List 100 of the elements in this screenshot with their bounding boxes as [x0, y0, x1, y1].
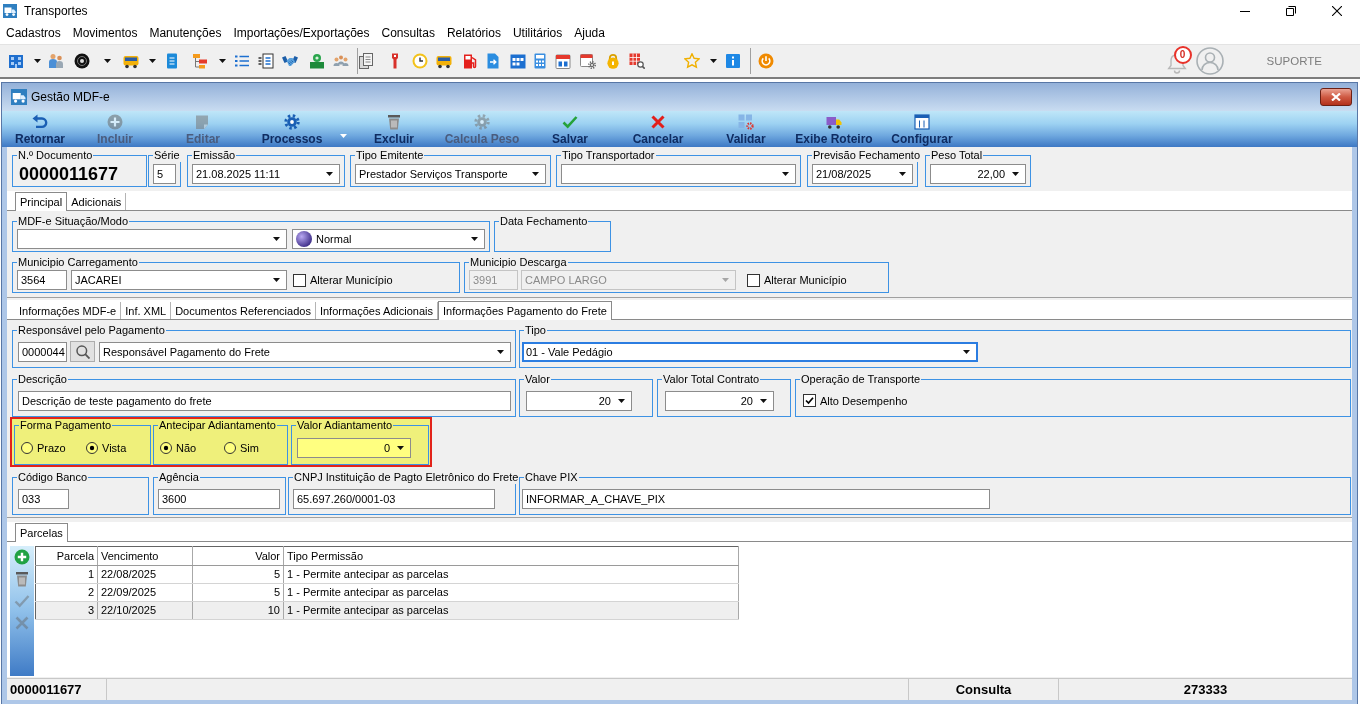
caret-icon[interactable]: [148, 59, 156, 63]
trash-icon[interactable]: [14, 571, 30, 587]
ledger-icon[interactable]: [258, 53, 274, 69]
list-icon[interactable]: [234, 53, 250, 69]
dropdown-field[interactable]: Responsável Pagamento do Frete: [99, 341, 511, 362]
table-row[interactable]: 3 22/10/2025 10 1 - Permite antecipar as parcelas: [35, 601, 739, 620]
tab[interactable]: Inf. XML: [121, 302, 172, 319]
toolbar-button[interactable]: Excluir: [350, 111, 438, 147]
toolbar-button[interactable]: Processos: [248, 111, 336, 147]
user-name[interactable]: SUPORTE: [1266, 55, 1322, 67]
document-arrow-icon[interactable]: [485, 53, 501, 69]
text-field[interactable]: 033: [18, 488, 69, 509]
calendar-grid-icon[interactable]: [510, 53, 526, 69]
stamp-icon[interactable]: [309, 53, 325, 69]
text-field[interactable]: 0000044: [18, 341, 67, 362]
calculator-icon[interactable]: [532, 53, 548, 69]
radio-button[interactable]: [21, 441, 33, 454]
plus-icon[interactable]: [14, 549, 30, 565]
document-icon[interactable]: [164, 53, 180, 69]
building-icon[interactable]: [8, 53, 24, 69]
radio-button[interactable]: [160, 441, 172, 454]
dropdown-field[interactable]: [17, 229, 287, 249]
toolbar-button[interactable]: Cancelar: [614, 111, 702, 147]
calendar-icon[interactable]: [555, 53, 571, 69]
checkbox[interactable]: [803, 394, 816, 407]
dropdown-field[interactable]: 21.08.2025 11:11: [192, 163, 340, 184]
caret-icon[interactable]: [709, 59, 717, 63]
notification-badge[interactable]: 0: [1173, 46, 1192, 64]
toolbar-button[interactable]: Validar: [702, 111, 790, 147]
column-header[interactable]: Parcela: [35, 546, 98, 566]
text-field[interactable]: 5: [153, 163, 176, 184]
menu-item[interactable]: Manutenções: [143, 24, 228, 42]
column-header[interactable]: Tipo Permissão: [283, 546, 739, 566]
table-cell: 5: [192, 565, 284, 584]
clock-icon[interactable]: [412, 53, 428, 69]
group-label: CNPJ Instituição de Pagto Eletrônico do Frete: [293, 471, 520, 484]
dropdown-field[interactable]: 20: [665, 390, 774, 411]
tab[interactable]: Informações MDF-e: [15, 302, 122, 319]
tab[interactable]: Principal: [15, 192, 68, 211]
caret-icon[interactable]: [218, 59, 226, 63]
column-header[interactable]: Vencimento: [97, 546, 193, 566]
caret-icon: [963, 349, 970, 354]
table-row[interactable]: 2 22/09/2025 5 1 - Permite antecipar as parcelas: [35, 583, 739, 602]
calendar-gear-icon[interactable]: [580, 53, 596, 69]
dropdown-field[interactable]: [561, 163, 796, 184]
dropdown-field[interactable]: 0: [297, 437, 411, 458]
menu-item[interactable]: Consultas: [375, 24, 441, 42]
table-cell: 1: [35, 565, 98, 584]
menu-item[interactable]: Cadastros: [0, 24, 67, 42]
text-field[interactable]: 65.697.260/0001-03: [293, 488, 495, 509]
documents-icon[interactable]: [358, 53, 374, 69]
toolbar-button[interactable]: Retornar: [8, 111, 72, 147]
caret-icon[interactable]: [33, 59, 41, 63]
dropdown-field[interactable]: 22,00: [930, 163, 1026, 184]
tab[interactable]: Documentos Referenciados: [171, 302, 316, 319]
menu-item[interactable]: Ajuda: [568, 24, 611, 42]
caret-icon: [326, 171, 333, 176]
text-field[interactable]: 3564: [17, 270, 67, 290]
text-field[interactable]: Descrição de teste pagamento do frete: [18, 390, 511, 411]
caret-icon: [782, 171, 789, 176]
caret-icon[interactable]: [103, 59, 111, 63]
dropdown-field[interactable]: Normal: [292, 229, 485, 249]
menu-item[interactable]: Relatórios: [440, 24, 507, 42]
toolbar-button[interactable]: Exibe Roteiro: [790, 111, 878, 147]
bus-icon[interactable]: [123, 53, 139, 69]
menu-item[interactable]: Utilitários: [506, 24, 569, 42]
tab[interactable]: Informações Pagamento do Frete: [438, 301, 612, 320]
checkbox[interactable]: [293, 273, 306, 287]
table-search-icon[interactable]: [629, 53, 645, 69]
search-button[interactable]: [70, 341, 95, 362]
radio-button[interactable]: [224, 441, 236, 454]
gear-icon: [284, 114, 300, 130]
menu-item[interactable]: Movimentos: [66, 24, 144, 42]
table-row[interactable]: 1 22/08/2025 5 1 - Permite antecipar as parcelas: [35, 565, 739, 584]
info-icon[interactable]: [725, 53, 741, 69]
toolbar-button[interactable]: Salvar: [526, 111, 614, 147]
group-label: Forma Pagamento: [19, 419, 113, 432]
dropdown-field[interactable]: 21/08/2025: [812, 163, 913, 184]
dropdown-field[interactable]: JACAREI: [71, 270, 287, 290]
fuel-pump-icon[interactable]: [462, 53, 478, 69]
tab[interactable]: Adicionais: [67, 193, 127, 210]
dropdown-field[interactable]: Prestador Serviços Transporte: [355, 163, 546, 184]
dropdown-field[interactable]: 01 - Vale Pedágio: [522, 341, 978, 362]
text-field[interactable]: INFORMAR_A_CHAVE_PIX: [522, 488, 990, 509]
hierarchy-icon[interactable]: [192, 53, 208, 69]
handshake-icon[interactable]: [282, 53, 298, 69]
tire-icon[interactable]: [74, 53, 90, 69]
checkbox[interactable]: [747, 273, 760, 287]
menu-item[interactable]: Importações/Exportações: [227, 24, 376, 42]
people-icon[interactable]: [48, 53, 64, 69]
star-icon[interactable]: [684, 53, 700, 69]
close-button[interactable]: [1320, 88, 1352, 106]
tab[interactable]: Parcelas: [15, 523, 68, 542]
radio-button[interactable]: [86, 441, 98, 454]
power-icon[interactable]: [758, 53, 774, 69]
bus-icon[interactable]: [436, 53, 452, 69]
text-field[interactable]: 3600: [158, 488, 280, 509]
column-header[interactable]: Valor: [192, 546, 284, 566]
toolbar-button[interactable]: Configurar: [878, 111, 966, 147]
dropdown-field[interactable]: 20: [526, 390, 632, 411]
